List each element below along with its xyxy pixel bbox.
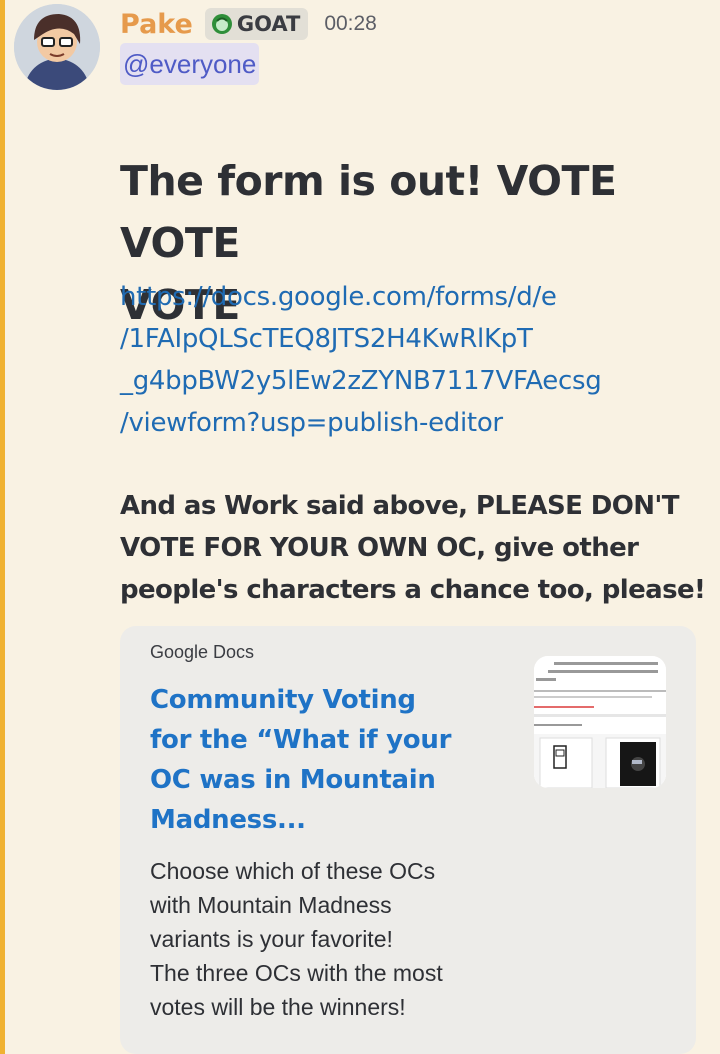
embed-title-line[interactable]: OC was in Mountain: [150, 760, 450, 800]
message-timestamp[interactable]: 00:28: [324, 12, 377, 36]
embed-description-line: Choose which of these OCs: [150, 858, 436, 884]
heading-line: The form is out! VOTE VOTE: [120, 157, 617, 267]
embed-description-line: The three OCs with the most: [150, 960, 443, 986]
embed-title-line[interactable]: Madness...: [150, 800, 450, 840]
link-line[interactable]: /1FAIpQLScTEQ8JTS2H4KwRlKpT: [120, 318, 710, 360]
link-line[interactable]: https://docs.google.com/forms/d/e: [120, 276, 710, 318]
embed-provider: Google Docs: [150, 642, 255, 662]
body-line: And as Work said above, PLEASE DON'T: [120, 491, 679, 521]
green-circle-role-icon: [211, 14, 232, 34]
message-body: And as Work said above, PLEASE DON'T VOT…: [120, 485, 715, 611]
role-tag[interactable]: GOAT: [204, 8, 309, 40]
embed-title-line[interactable]: for the “What if your: [150, 720, 451, 760]
user-avatar-icon: [14, 4, 100, 90]
embed-thumbnail[interactable]: [534, 656, 666, 788]
form-preview-thumbnail: [534, 656, 666, 788]
role-tag-label: GOAT: [236, 12, 301, 36]
embed-description-line: votes will be the winners!: [150, 994, 406, 1020]
embed-description-line: variants is your favorite!: [150, 926, 393, 952]
link-line[interactable]: /viewform?usp=publish-editor: [120, 402, 710, 444]
author-name[interactable]: Pake: [120, 9, 193, 40]
form-link[interactable]: https://docs.google.com/forms/d/e /1FAIp…: [120, 276, 710, 444]
avatar[interactable]: [14, 4, 100, 90]
body-line: VOTE FOR YOUR OWN OC, give other: [120, 533, 639, 563]
embed-description: Choose which of these OCs with Mountain …: [150, 854, 510, 1024]
link-line[interactable]: _g4bpBW2y5lEw2zZYNB7117VFAecsg: [120, 360, 710, 402]
message-header: Pake GOAT 00:28: [120, 4, 377, 44]
everyone-mention[interactable]: @everyone: [120, 43, 260, 85]
embed-description-line: with Mountain Madness: [150, 892, 392, 918]
embed-title[interactable]: Community Voting for the “What if your O…: [150, 680, 451, 840]
mention-highlight-bar: [0, 0, 5, 1054]
embed-title-line[interactable]: Community Voting: [150, 680, 450, 720]
link-embed: Google Docs Community Voting for the “Wh…: [120, 626, 696, 1054]
body-line: people's characters a chance too, please…: [120, 575, 706, 605]
